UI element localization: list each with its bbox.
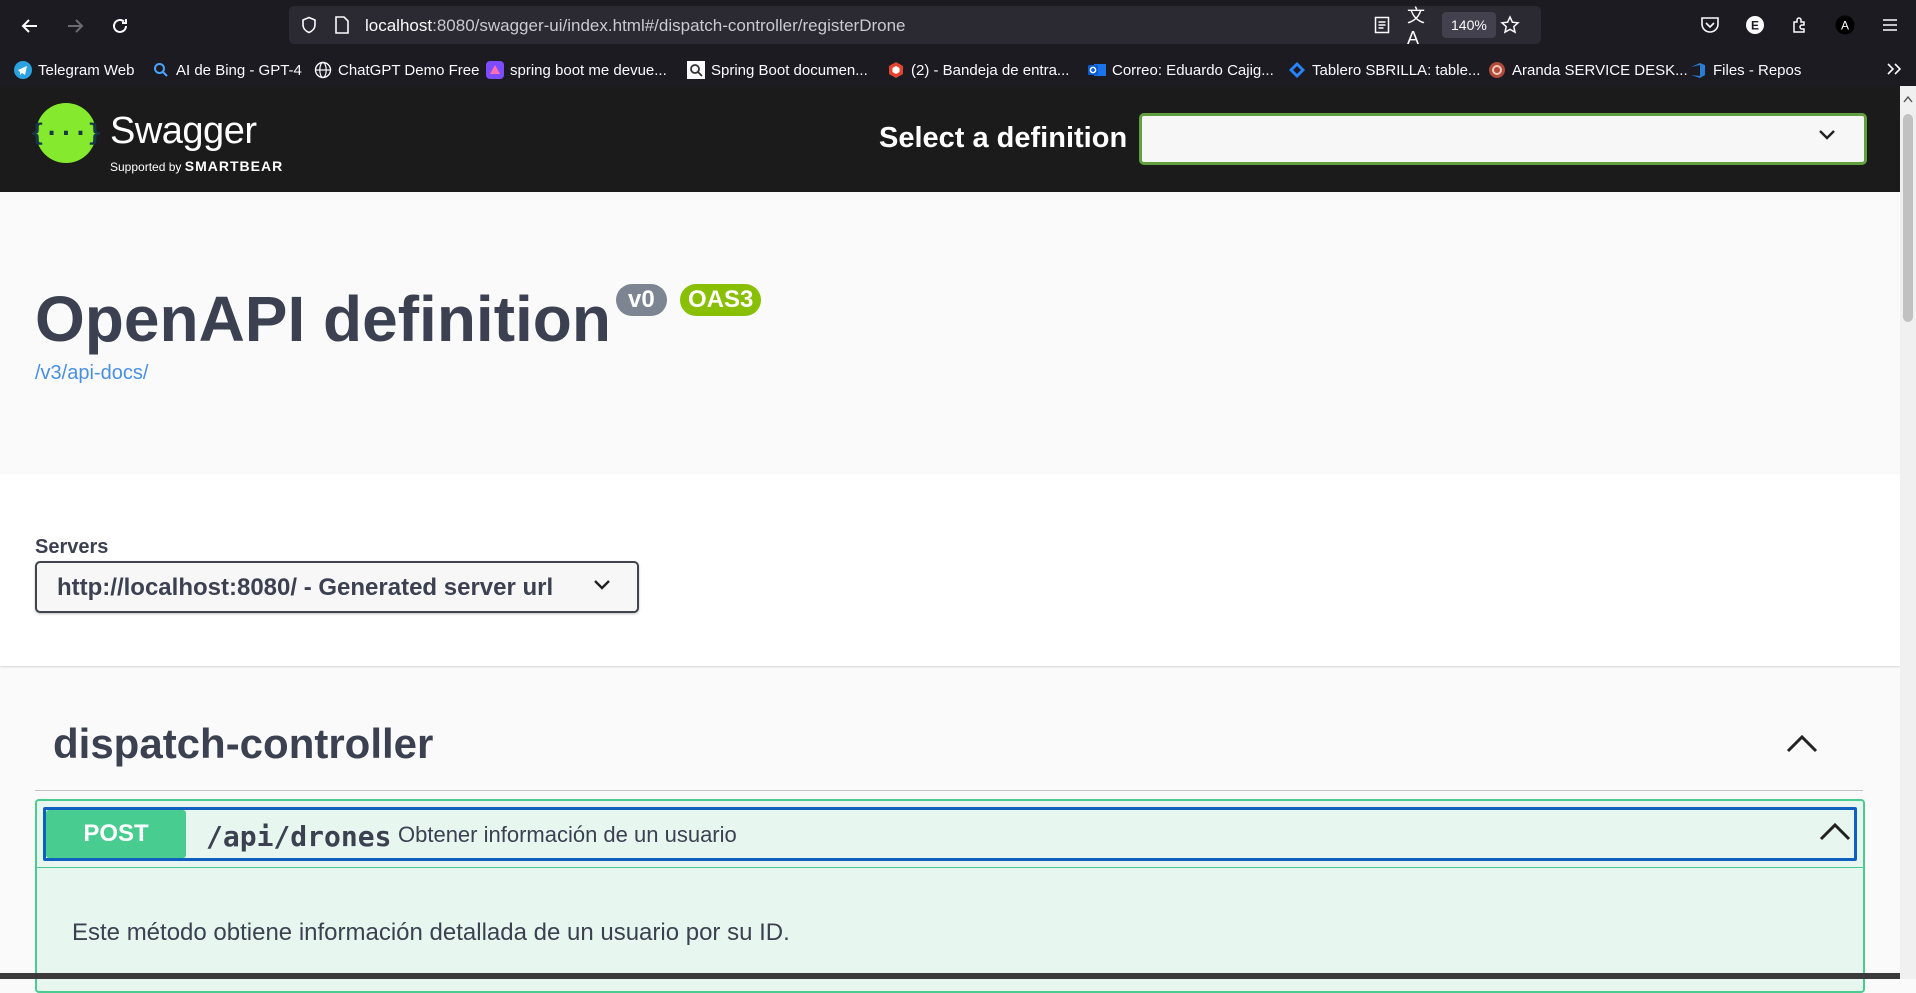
bookmark-label: Files - Repos <box>1713 61 1802 79</box>
page-title: OpenAPI definition <box>35 283 611 355</box>
operation-summary[interactable]: POST /api/drones Obtener información de … <box>43 807 1857 861</box>
bookmark-star-icon[interactable] <box>1499 14 1521 36</box>
scrollbar-thumb[interactable] <box>1903 114 1913 322</box>
url-text[interactable]: localhost:8080/swagger-ui/index.html#/di… <box>365 16 906 36</box>
bookmark-telegram[interactable]: Telegram Web <box>14 59 134 81</box>
bottom-edge <box>0 973 1900 979</box>
bookmark-label: Tablero SBRILLA: table... <box>1312 61 1481 79</box>
logo-brand-text: SMARTBEAR <box>184 158 284 174</box>
select-definition-label: Select a definition <box>879 122 1128 154</box>
extension-e-icon[interactable]: E <box>1744 14 1766 36</box>
oas-badge: OAS3 <box>680 284 762 316</box>
reload-button[interactable] <box>104 10 136 42</box>
browser-chrome: localhost:8080/swagger-ui/index.html#/di… <box>0 0 1916 86</box>
bookmark-aranda[interactable]: Aranda SERVICE DESK... <box>1488 59 1688 81</box>
bookmark-tablero[interactable]: Tablero SBRILLA: table... <box>1288 59 1480 81</box>
page-icon[interactable] <box>332 15 352 35</box>
translate-icon[interactable]: 文A <box>1407 6 1429 48</box>
bookmark-chatgpt[interactable]: ChatGPT Demo Free <box>314 59 479 81</box>
bookmark-correo[interactable]: Correo: Eduardo Cajig... <box>1088 59 1274 81</box>
servers-selected-value: http://localhost:8080/ - Generated serve… <box>57 574 554 601</box>
tag-header[interactable]: dispatch-controller <box>35 700 1863 791</box>
divider <box>37 867 1863 868</box>
chevron-up-icon[interactable] <box>1818 820 1852 847</box>
servers-section: Servers http://localhost:8080/ - Generat… <box>0 474 1900 666</box>
servers-select[interactable]: http://localhost:8080/ - Generated serve… <box>35 561 639 613</box>
bookmark-bing[interactable]: AI de Bing - GPT-4 <box>152 59 302 81</box>
bookmark-label: spring boot me devue... <box>510 61 667 79</box>
svg-text:A: A <box>1841 19 1849 33</box>
tag-title[interactable]: dispatch-controller <box>53 720 433 768</box>
jira-icon <box>1288 61 1306 79</box>
api-docs-link[interactable]: /v3/api-docs/ <box>35 362 148 385</box>
bookmark-label: Aranda SERVICE DESK... <box>1512 61 1688 79</box>
scroll-up-arrow-icon[interactable] <box>1903 90 1913 108</box>
bookmark-files-repos[interactable]: Files - Repos <box>1689 59 1801 81</box>
pocket-icon[interactable] <box>1699 14 1721 36</box>
azure-icon <box>1689 61 1707 79</box>
search-icon <box>152 61 170 79</box>
operation-description: Este método obtiene información detallad… <box>72 919 790 946</box>
bookmark-label: Telegram Web <box>38 61 135 79</box>
operation-block: POST /api/drones Obtener información de … <box>35 799 1865 993</box>
bookmark-label: Spring Boot documen... <box>711 61 868 79</box>
operation-path: /api/drones <box>206 820 392 853</box>
search-icon <box>687 61 705 79</box>
bookmark-label: Correo: Eduardo Cajig... <box>1112 61 1274 79</box>
chevron-down-icon <box>593 578 611 596</box>
chevron-up-icon[interactable] <box>1785 732 1819 759</box>
menu-hamburger-icon[interactable] <box>1879 14 1901 36</box>
url-bar[interactable]: localhost:8080/swagger-ui/index.html#/di… <box>289 6 1541 48</box>
forward-arrow-icon <box>68 19 84 33</box>
mail-icon <box>887 61 905 79</box>
chevron-down-icon <box>1818 128 1836 146</box>
definition-select[interactable] <box>1139 113 1867 165</box>
reload-icon <box>113 18 127 33</box>
outlook-icon <box>1088 61 1106 79</box>
swagger-logo-icon[interactable]: {···} <box>30 103 102 163</box>
api-info: OpenAPI definition v0 OAS3 /v3/api-docs/ <box>0 192 1900 474</box>
reader-view-icon[interactable] <box>1372 15 1392 35</box>
page-scrollbar[interactable] <box>1900 86 1916 979</box>
zoom-level[interactable]: 140% <box>1442 12 1496 38</box>
bookmarks-overflow-icon[interactable] <box>1883 58 1905 80</box>
bookmark-label: ChatGPT Demo Free <box>338 61 480 79</box>
bookmark-label: AI de Bing - GPT-4 <box>176 61 302 79</box>
forward-button[interactable] <box>59 10 91 42</box>
back-button[interactable] <box>14 10 46 42</box>
bookmark-inbox[interactable]: (2) - Bandeja de entra... <box>887 59 1069 81</box>
bookmark-spring-docs[interactable]: Spring Boot documen... <box>687 59 868 81</box>
servers-label: Servers <box>35 536 109 558</box>
back-arrow-icon <box>21 19 37 33</box>
swagger-logo-subtitle: Supported by SMARTBEAR <box>110 158 283 174</box>
bookmarks-bar: Telegram Web AI de Bing - GPT-4 ChatGPT … <box>0 52 1916 86</box>
extensions-puzzle-icon[interactable] <box>1789 14 1811 36</box>
http-method-badge: POST <box>46 810 186 858</box>
url-path: :8080/swagger-ui/index.html#/dispatch-co… <box>432 16 906 35</box>
account-avatar-icon[interactable]: A <box>1834 14 1856 36</box>
svg-text:E: E <box>1751 19 1759 33</box>
globe-icon <box>314 61 332 79</box>
operation-summary-text: Obtener información de un usuario <box>398 822 737 847</box>
swagger-logo-text: Swagger <box>110 110 257 152</box>
swagger-topbar: {···} Swagger Supported by SMARTBEAR Sel… <box>0 86 1900 192</box>
logo-sub-text: Supported by <box>110 160 182 174</box>
shield-icon[interactable] <box>299 15 319 35</box>
url-host: localhost <box>365 16 433 35</box>
version-badge: v0 <box>616 284 667 316</box>
app-icon <box>486 61 504 79</box>
bookmark-label: (2) - Bandeja de entra... <box>911 61 1070 79</box>
telegram-icon <box>14 61 32 79</box>
bookmark-spring-app[interactable]: spring boot me devue... <box>486 59 667 81</box>
aranda-icon <box>1488 61 1506 79</box>
